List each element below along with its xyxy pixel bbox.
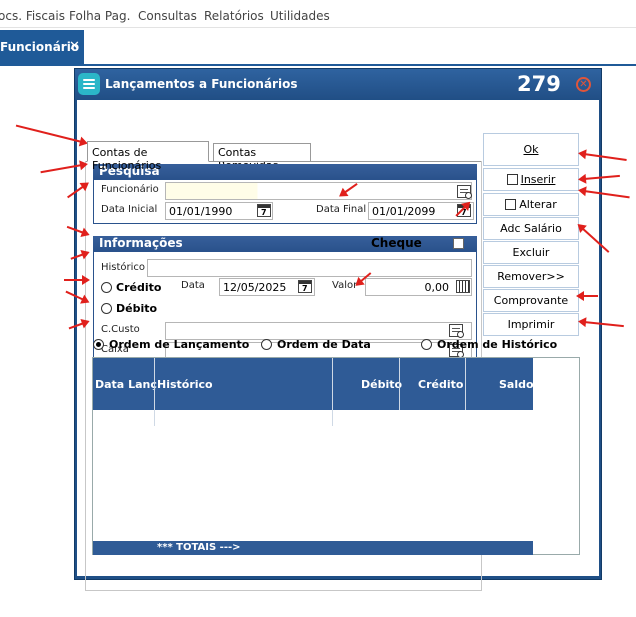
ccusto-label: C.Custo: [101, 324, 140, 335]
app-tab-label: Funcionário: [0, 40, 80, 54]
ordem-data-label: Ordem de Data: [277, 338, 371, 351]
tab-contas-removidas[interactable]: Contas Removidas: [213, 143, 311, 172]
credito-radio[interactable]: [101, 282, 112, 293]
remover-button[interactable]: Remover>>: [483, 265, 579, 288]
col-saldo[interactable]: Saldo: [499, 378, 534, 391]
ordem-data-radio[interactable]: [261, 339, 272, 350]
menu-utilidades[interactable]: Utilidades: [270, 9, 330, 23]
close-tab-icon[interactable]: ✕: [69, 39, 80, 54]
annotation-arrow: [15, 124, 83, 143]
alterar-button-label: Alterar: [519, 198, 557, 211]
data-inicial-label: Data Inicial: [101, 204, 158, 215]
lancamentos-window: Lançamentos a Funcionários 279 ✕ Contas …: [74, 68, 602, 591]
data-final-label: Data Final: [316, 204, 367, 215]
grid-column-line: [332, 358, 333, 426]
informacoes-header: Informações Cheque: [93, 236, 477, 251]
window-titlebar[interactable]: Lançamentos a Funcionários 279 ✕: [75, 69, 601, 99]
historico-label: Histórico: [101, 262, 146, 273]
imprimir-button[interactable]: Imprimir: [483, 313, 579, 336]
window-title: Lançamentos a Funcionários: [105, 77, 298, 91]
menu-relatorios[interactable]: Relatórios: [204, 9, 264, 23]
adc-salario-button[interactable]: Adc Salário: [483, 217, 579, 240]
data-inicial-calendar-icon[interactable]: [257, 204, 271, 217]
inserir-button[interactable]: Inserir: [483, 168, 579, 191]
totals-label: *** TOTAIS --->: [157, 542, 241, 553]
grid-header: Data Lanç. Histórico Débito Crédito Sald…: [93, 358, 534, 410]
debito-label: Débito: [116, 302, 158, 315]
cheque-label: Cheque: [371, 236, 422, 250]
excluir-button[interactable]: Excluir: [483, 241, 579, 264]
comprovante-button[interactable]: Comprovante: [483, 289, 579, 312]
edit-icon: [505, 199, 517, 210]
data-calendar-icon[interactable]: [298, 280, 312, 293]
calculator-icon[interactable]: [456, 280, 470, 293]
grid-column-line: [154, 358, 155, 426]
menu-consultas[interactable]: Consultas: [138, 9, 197, 23]
window-client: Contas de Funcionários Contas Removidas …: [77, 100, 599, 591]
ordem-lancamento-radio[interactable]: [93, 339, 104, 350]
col-debito[interactable]: Débito: [361, 378, 402, 391]
tab-underline: [0, 64, 636, 66]
funcionario-label: Funcionário: [101, 184, 159, 195]
insert-icon: [506, 174, 518, 185]
col-data-lanc[interactable]: Data Lanç.: [95, 378, 161, 391]
ordem-lancamento-label: Ordem de Lançamento: [109, 338, 250, 351]
informacoes-title: Informações: [99, 236, 183, 250]
col-credito[interactable]: Crédito: [418, 378, 463, 391]
ordem-historico-radio[interactable]: [421, 339, 432, 350]
debito-radio[interactable]: [101, 303, 112, 314]
col-historico[interactable]: Histórico: [157, 378, 213, 391]
historico-input[interactable]: [147, 259, 472, 277]
app-logo-icon: [78, 73, 100, 95]
app-tab-funcionario[interactable]: Funcionário ✕: [0, 30, 84, 64]
funcionario-search-icon[interactable]: [457, 185, 472, 199]
grid-totals-row: *** TOTAIS --->: [93, 541, 533, 555]
inserir-button-label: Inserir: [520, 173, 556, 186]
ok-button[interactable]: Ok: [483, 133, 579, 166]
cheque-checkbox[interactable]: [453, 238, 464, 249]
grid-column-line: [399, 358, 400, 410]
window-close-icon[interactable]: ✕: [576, 77, 591, 92]
menu-bar: ocs. Fiscais Folha Pag. Consultas Relató…: [0, 0, 636, 28]
lancamentos-grid[interactable]: Data Lanç. Histórico Débito Crédito Sald…: [92, 357, 580, 555]
ok-button-label: Ok: [523, 143, 539, 156]
ordem-historico-label: Ordem de Histórico: [437, 338, 558, 351]
window-number: 279: [517, 72, 561, 96]
grid-column-line: [465, 358, 466, 410]
annotation-arrow: [576, 291, 598, 301]
annotation-arrow: [64, 279, 84, 281]
menu-folha-pag[interactable]: Folha Pag.: [69, 9, 130, 23]
menu-docs-fiscais[interactable]: ocs. Fiscais: [0, 9, 65, 23]
credito-label: Crédito: [116, 281, 162, 294]
funcionario-input[interactable]: [165, 182, 472, 200]
ccusto-search-icon[interactable]: [449, 324, 464, 338]
alterar-button[interactable]: Alterar: [483, 193, 579, 216]
tab-contas-funcionarios[interactable]: Contas de Funcionários: [87, 141, 209, 172]
data-label: Data: [181, 280, 205, 291]
